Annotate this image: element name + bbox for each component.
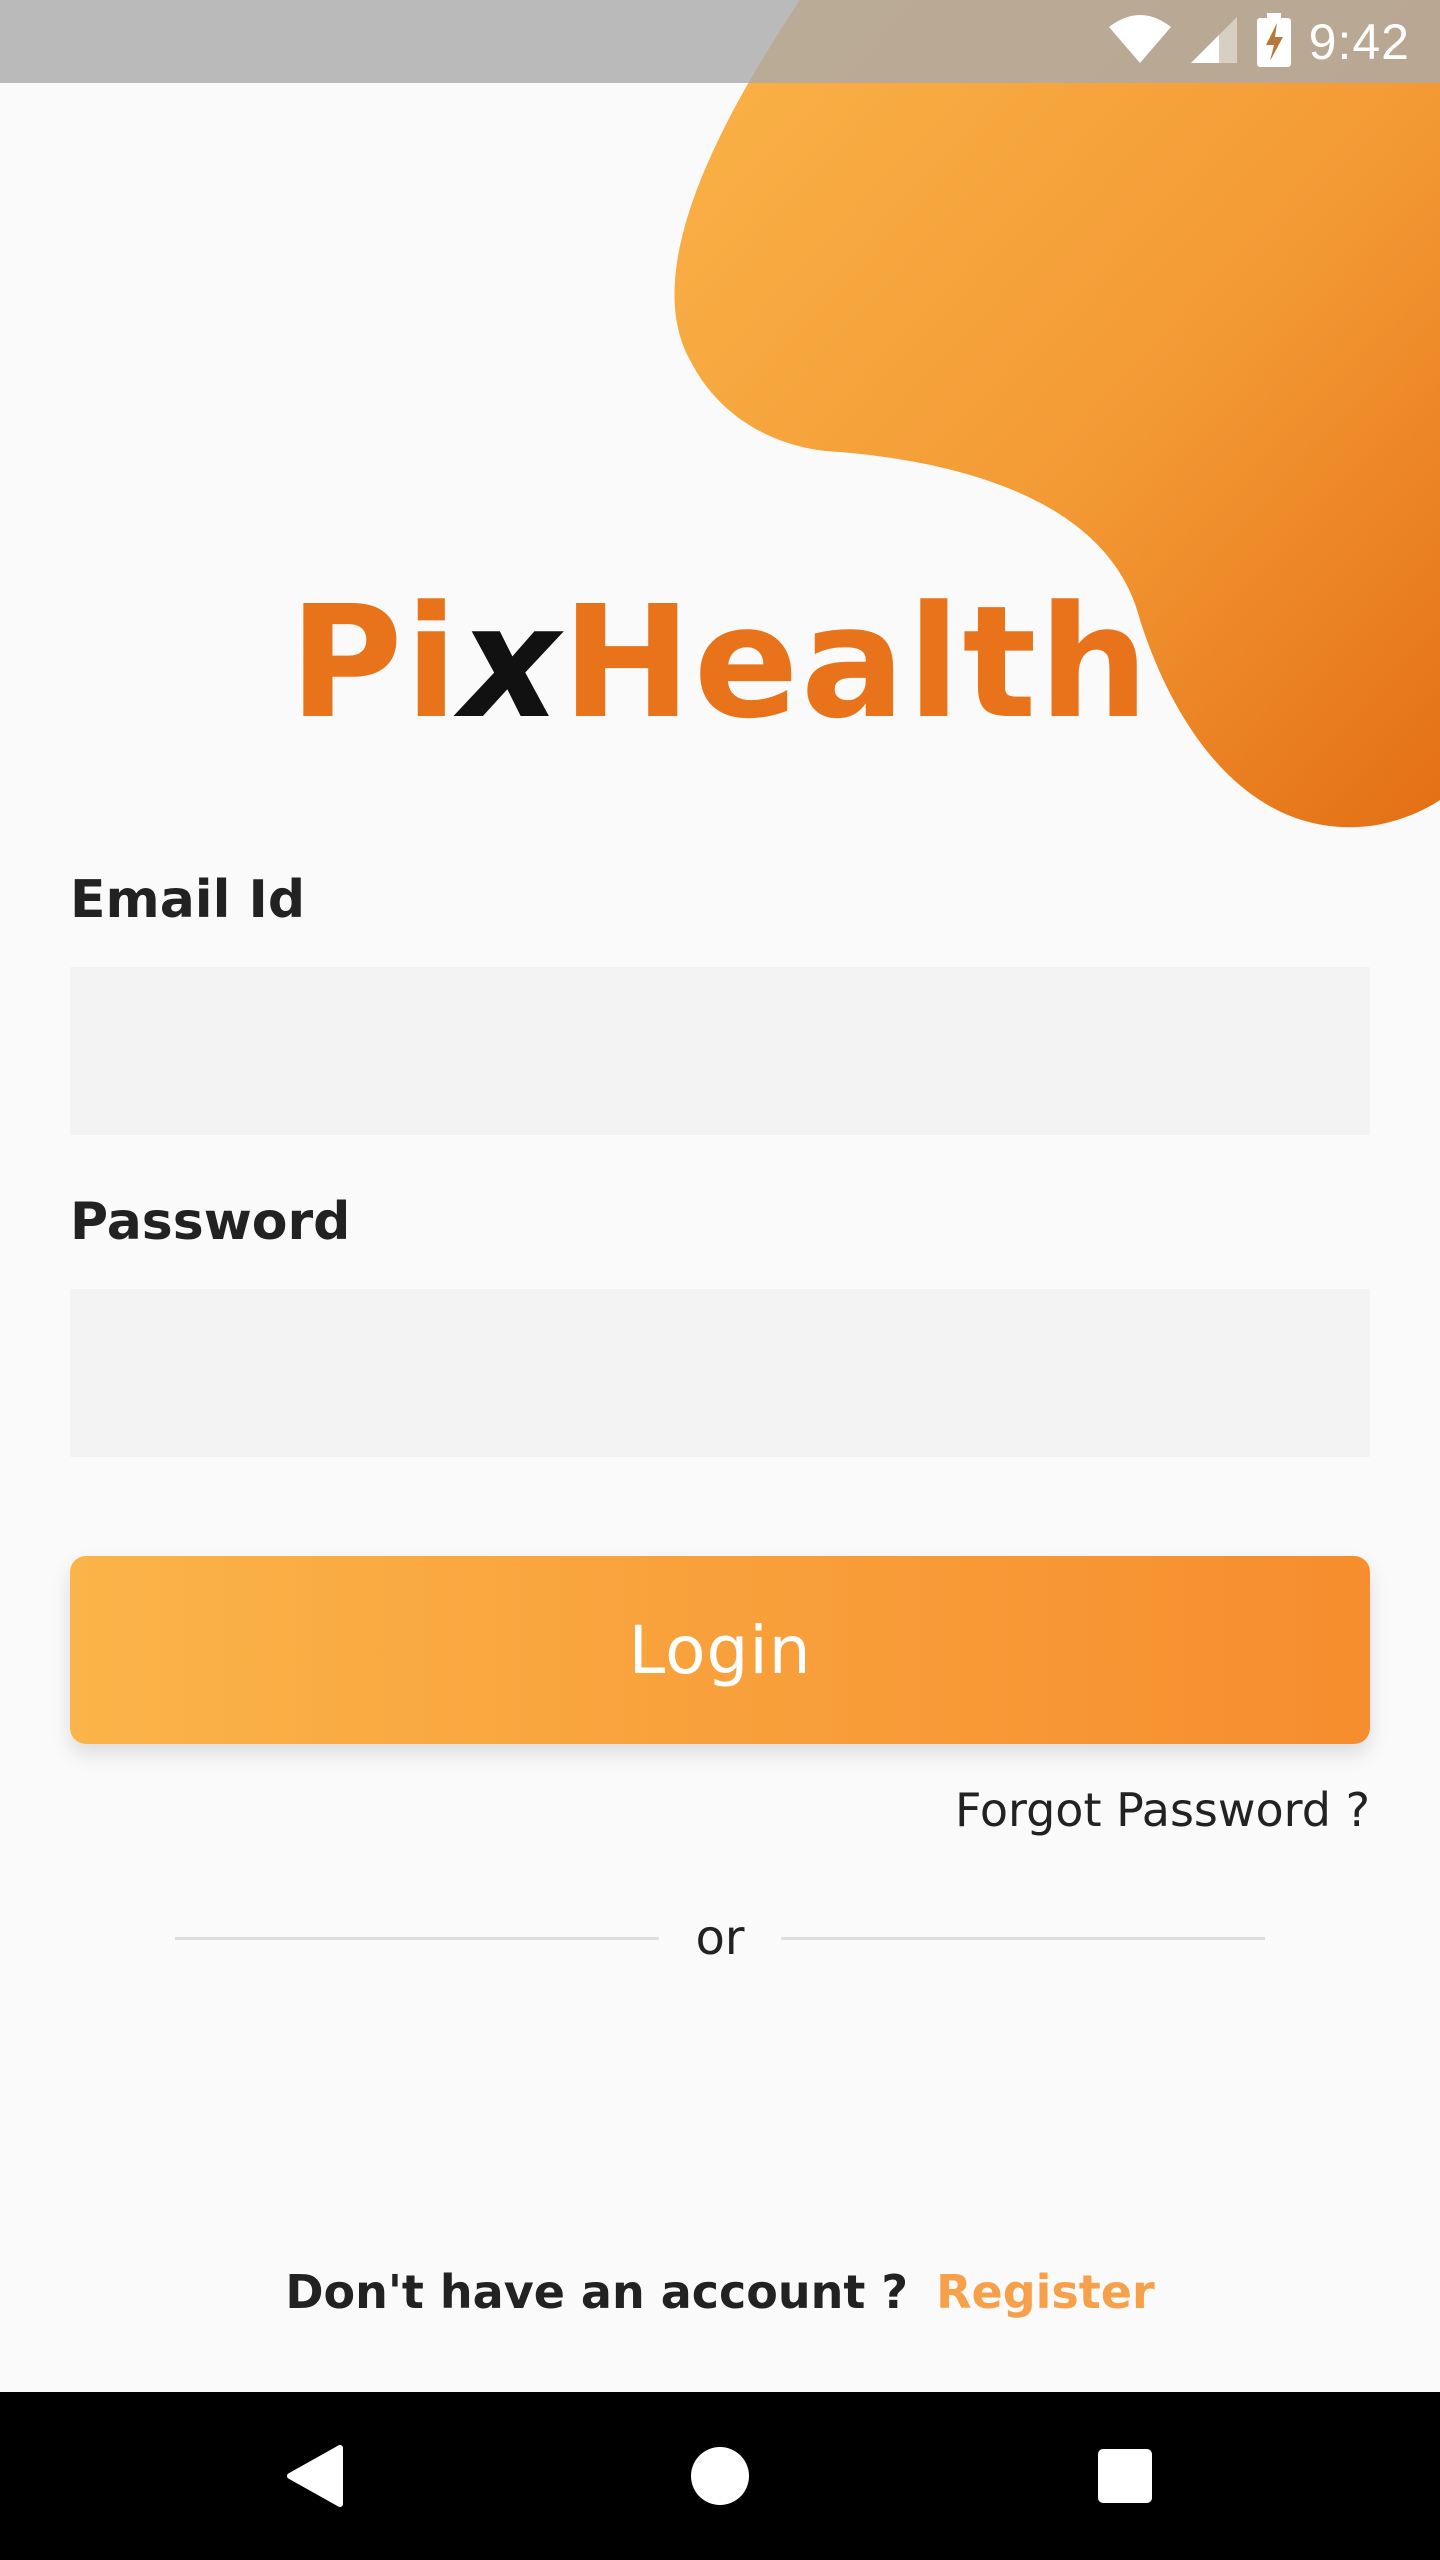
cellular-signal-icon [1189, 15, 1239, 69]
status-bar: 9:42 [0, 0, 1440, 83]
recents-icon[interactable] [1075, 2426, 1175, 2526]
email-label: Email Id [70, 870, 306, 930]
email-field[interactable] [70, 967, 1370, 1135]
app-logo: PixHealth [0, 585, 1440, 740]
back-icon[interactable] [266, 2426, 366, 2526]
password-field[interactable] [70, 1289, 1370, 1457]
wifi-icon [1108, 14, 1171, 69]
decorative-blob [674, 0, 1440, 828]
home-icon[interactable] [670, 2426, 770, 2526]
register-prompt: Don't have an account ? [285, 2265, 909, 2319]
status-icons: 9:42 [1108, 0, 1410, 83]
forgot-password-link[interactable]: Forgot Password ? [955, 1783, 1370, 1837]
logo-text-health: Health [561, 572, 1151, 753]
divider-line-right [781, 1937, 1265, 1940]
navigation-bar [0, 2392, 1440, 2560]
register-link[interactable]: Register [936, 2265, 1155, 2319]
login-screen: 9:42 PixHealth Email Id Password Login F… [0, 0, 1440, 2560]
logo-text-x: x [459, 572, 562, 753]
logo-text-pi: Pi [289, 572, 460, 753]
password-label: Password [70, 1192, 351, 1252]
login-button[interactable]: Login [70, 1556, 1370, 1744]
battery-charging-icon [1256, 12, 1291, 71]
register-row: Don't have an account ? Register [0, 2265, 1440, 2319]
status-time: 9:42 [1308, 13, 1410, 70]
